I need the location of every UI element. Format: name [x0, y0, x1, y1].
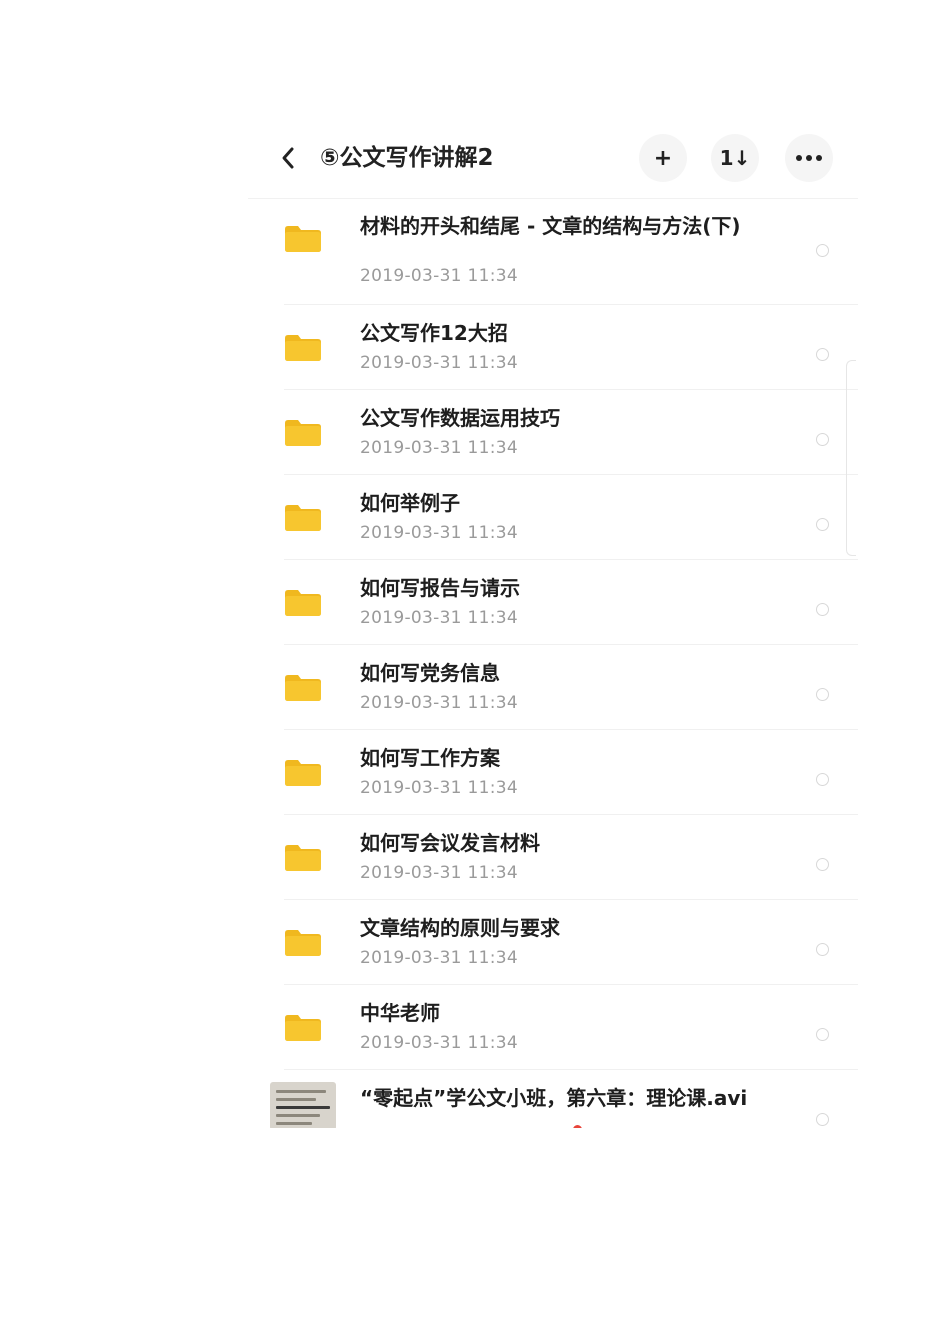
item-date: 2019-03-31 11:34	[360, 778, 518, 798]
item-name: “零起点”学公文小班，第六章：理论课.avi	[360, 1086, 748, 1110]
more-dots-icon	[796, 155, 822, 161]
file-list-item[interactable]: 中华老师 2019-03-31 11:34	[248, 985, 858, 1070]
folder-icon	[285, 226, 321, 252]
select-radio[interactable]	[816, 773, 829, 786]
item-name: 如何写会议发言材料	[360, 831, 540, 855]
item-name: 文章结构的原则与要求	[360, 916, 560, 940]
item-date: 2019-03-31 11:34	[360, 266, 518, 286]
thumbnail-line	[276, 1122, 312, 1125]
select-radio[interactable]	[816, 244, 829, 257]
item-name: 材料的开头和结尾 - 文章的结构与方法(下)	[360, 214, 741, 238]
thumbnail-line	[276, 1106, 330, 1109]
folder-icon	[285, 505, 321, 531]
select-radio[interactable]	[816, 433, 829, 446]
item-name: 如何举例子	[360, 491, 460, 515]
file-list-item[interactable]: 如何举例子 2019-03-31 11:34	[248, 475, 858, 560]
item-date: 2019-03-31 11:34	[360, 438, 518, 458]
page-title: ⑤公文写作讲解2	[320, 145, 494, 171]
file-list-item-partial[interactable]: “零起点”学公文小班，第六章：理论课.avi	[248, 1070, 858, 1128]
item-date: 2019-03-31 11:34	[360, 353, 518, 373]
file-list-item[interactable]: 如何写报告与请示 2019-03-31 11:34	[248, 560, 858, 645]
item-date: 2019-03-31 11:34	[360, 693, 518, 713]
add-button[interactable]: +	[639, 134, 687, 182]
thumbnail-line	[276, 1098, 316, 1101]
item-date: 2019-03-31 11:34	[360, 1033, 518, 1053]
file-browser-screen: ⑤公文写作讲解2 + 1↓ 材料的开头和结尾 - 文章的结构与方法(下) 2019…	[248, 120, 858, 1128]
item-name: 公文写作数据运用技巧	[360, 406, 560, 430]
select-radio[interactable]	[816, 1113, 829, 1126]
select-radio[interactable]	[816, 518, 829, 531]
file-list-item[interactable]: 材料的开头和结尾 - 文章的结构与方法(下) 2019-03-31 11:34	[248, 198, 858, 305]
file-list-item[interactable]: 如何写工作方案 2019-03-31 11:34	[248, 730, 858, 815]
item-name: 中华老师	[360, 1001, 440, 1025]
scroll-indicator[interactable]	[846, 360, 856, 556]
item-name: 如何写党务信息	[360, 661, 500, 685]
more-button[interactable]	[785, 134, 833, 182]
item-date: 2019-03-31 11:34	[360, 948, 518, 968]
thumbnail-line	[276, 1090, 326, 1093]
folder-icon	[285, 760, 321, 786]
item-date: 2019-03-31 11:34	[360, 608, 518, 628]
item-name: 公文写作12大招	[360, 321, 508, 345]
select-radio[interactable]	[816, 858, 829, 871]
sort-icon: 1↓	[719, 146, 751, 170]
file-list-item[interactable]: 公文写作数据运用技巧 2019-03-31 11:34	[248, 390, 858, 475]
plus-icon: +	[653, 145, 673, 171]
select-radio[interactable]	[816, 348, 829, 361]
folder-icon	[285, 1015, 321, 1041]
item-date: 2019-03-31 11:34	[360, 863, 518, 883]
folder-icon	[285, 590, 321, 616]
video-thumbnail	[270, 1082, 336, 1128]
select-radio[interactable]	[816, 943, 829, 956]
thumbnail-line	[276, 1114, 320, 1117]
new-badge-dot	[573, 1125, 582, 1128]
folder-icon	[285, 675, 321, 701]
file-list-item[interactable]: 如何写会议发言材料 2019-03-31 11:34	[248, 815, 858, 900]
file-list-item[interactable]: 公文写作12大招 2019-03-31 11:34	[248, 305, 858, 390]
folder-icon	[285, 930, 321, 956]
item-name: 如何写工作方案	[360, 746, 500, 770]
folder-icon	[285, 335, 321, 361]
folder-icon	[285, 845, 321, 871]
back-button[interactable]	[274, 144, 302, 172]
header-bar: ⑤公文写作讲解2 + 1↓	[248, 120, 858, 199]
file-list-item[interactable]: 如何写党务信息 2019-03-31 11:34	[248, 645, 858, 730]
sort-button[interactable]: 1↓	[711, 134, 759, 182]
file-list-item[interactable]: 文章结构的原则与要求 2019-03-31 11:34	[248, 900, 858, 985]
file-list: 材料的开头和结尾 - 文章的结构与方法(下) 2019-03-31 11:34 公文…	[248, 198, 858, 1128]
select-radio[interactable]	[816, 603, 829, 616]
item-date: 2019-03-31 11:34	[360, 523, 518, 543]
select-radio[interactable]	[816, 1028, 829, 1041]
folder-icon	[285, 420, 321, 446]
chevron-left-icon	[282, 147, 294, 169]
select-radio[interactable]	[816, 688, 829, 701]
item-name: 如何写报告与请示	[360, 576, 520, 600]
